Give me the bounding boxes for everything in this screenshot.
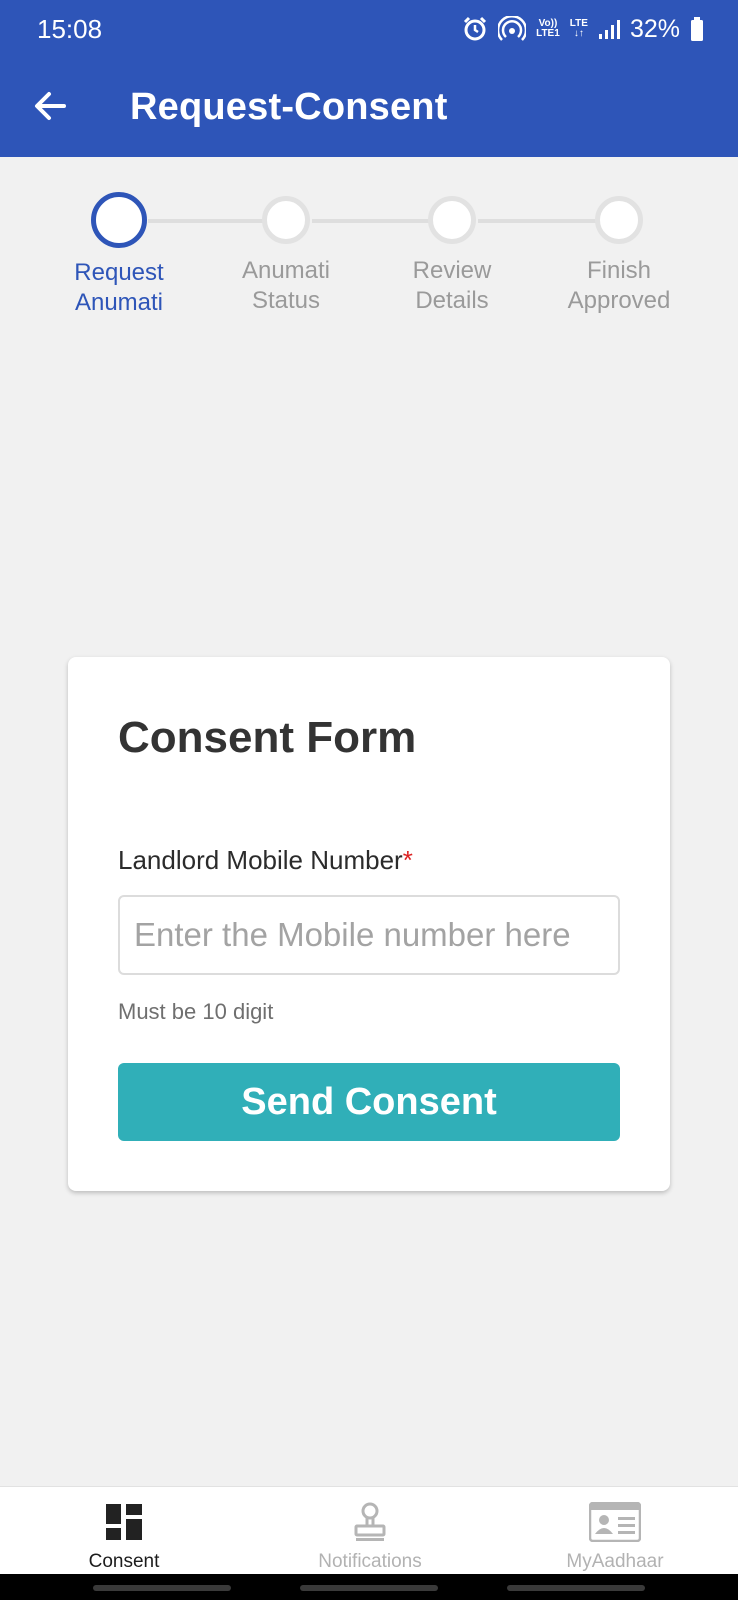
system-nav-bar (0, 1574, 738, 1600)
nav-item-myaadhaar[interactable]: MyAadhaar (515, 1487, 715, 1575)
system-recent-handle[interactable] (93, 1585, 231, 1591)
hotspot-icon (498, 16, 527, 42)
page-title: Request-Consent (130, 86, 448, 128)
mobile-number-input[interactable] (118, 895, 620, 975)
mobile-field-label: Landlord Mobile Number* (118, 845, 413, 875)
step-label: Request Anumati (74, 259, 164, 316)
nav-item-notifications[interactable]: Notifications (270, 1487, 470, 1575)
app-bar: Request-Consent (0, 58, 738, 157)
step-indicator-active (91, 192, 147, 248)
nav-label: Consent (88, 1551, 160, 1572)
status-icons: Vo)) LTE1 LTE ↓↑ 32% (462, 12, 704, 46)
arrow-left-icon (34, 91, 66, 126)
volte-indicator: Vo)) LTE1 (536, 18, 560, 39)
step-finish-approved: Finish Approved (534, 190, 704, 316)
system-back-handle[interactable] (507, 1585, 645, 1591)
form-title: Consent Form (118, 713, 417, 762)
app-header: 15:08 Vo)) LTE1 LTE ↓↑ 32% Request-Conse… (0, 0, 738, 157)
stamp-icon (270, 1499, 470, 1545)
step-indicator (262, 196, 310, 244)
bottom-nav: Consent Notifications MyAadhaar (0, 1486, 738, 1574)
status-time: 15:08 (37, 14, 103, 44)
required-mark: * (402, 845, 413, 875)
status-bar: 15:08 Vo)) LTE1 LTE ↓↑ 32% (0, 0, 738, 58)
nav-item-consent[interactable]: Consent (24, 1487, 224, 1575)
step-label: Review Details (412, 257, 492, 314)
step-indicator (428, 196, 476, 244)
consent-form-card: Consent Form Landlord Mobile Number* Mus… (68, 657, 670, 1191)
mobile-helper-text: Must be 10 digit (118, 999, 274, 1024)
step-request-anumati: Request Anumati (34, 190, 204, 318)
system-home-handle[interactable] (300, 1585, 438, 1591)
lte-indicator: LTE ↓↑ (569, 18, 588, 39)
alarm-icon (462, 16, 488, 42)
nav-label: MyAadhaar (566, 1551, 664, 1572)
dashboard-icon (24, 1499, 224, 1545)
battery-icon (690, 16, 704, 42)
send-consent-button[interactable]: Send Consent (118, 1063, 620, 1141)
step-label: Finish Approved (567, 257, 671, 314)
battery-percent: 32% (629, 14, 680, 43)
progress-stepper: Request Anumati Anumati Status Review De… (0, 190, 738, 330)
step-label: Anumati Status (241, 257, 331, 314)
step-anumati-status: Anumati Status (201, 190, 371, 316)
signal-icon (598, 18, 620, 40)
back-button[interactable] (22, 82, 78, 134)
step-indicator (595, 196, 643, 244)
id-card-icon (515, 1499, 715, 1545)
step-review-details: Review Details (367, 190, 537, 316)
nav-label: Notifications (318, 1551, 422, 1572)
